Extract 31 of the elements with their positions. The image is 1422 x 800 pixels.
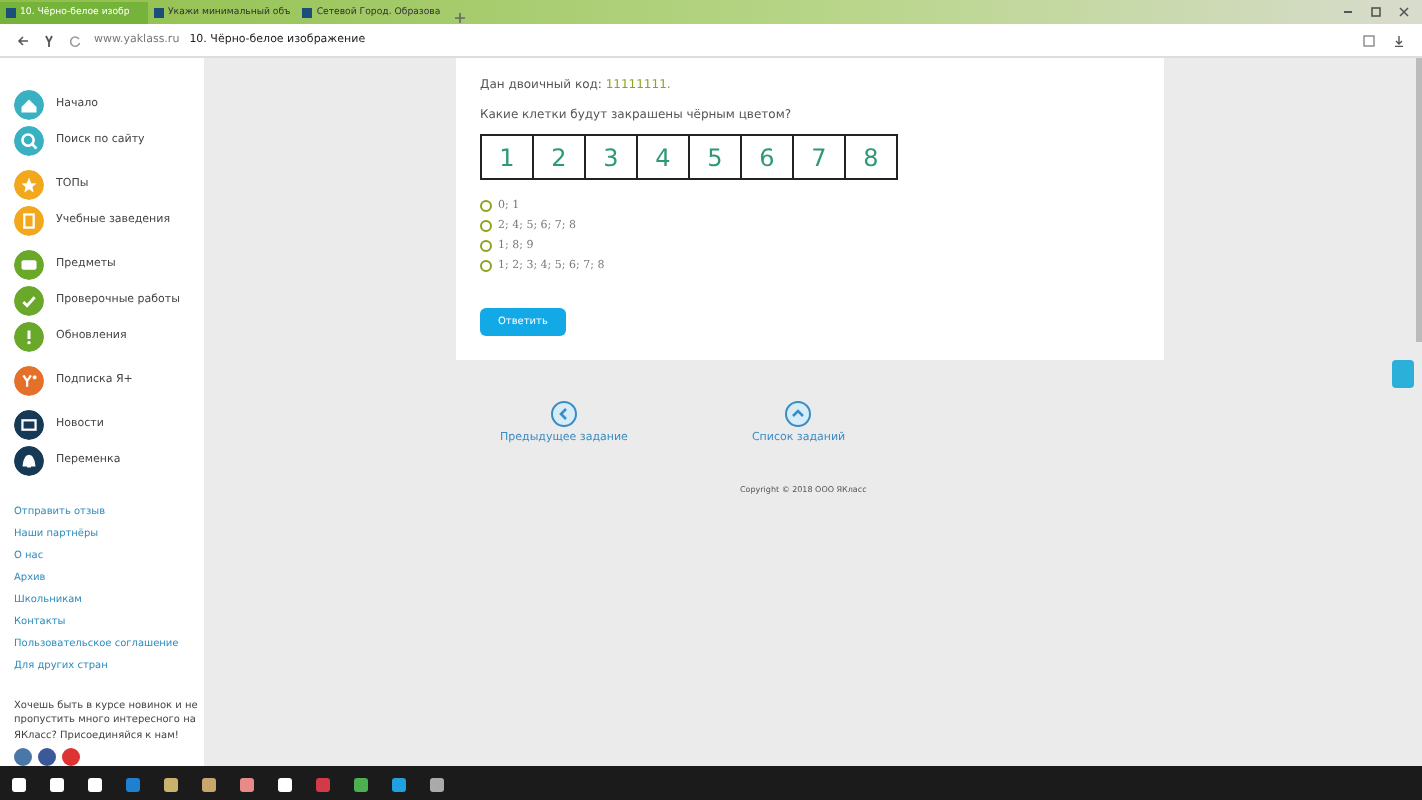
taskbar-app-icon[interactable] bbox=[86, 775, 104, 793]
numbered-cell: 1 bbox=[482, 136, 534, 178]
numbered-cell: 7 bbox=[794, 136, 846, 178]
radio-button[interactable] bbox=[480, 240, 492, 252]
radio-button[interactable] bbox=[480, 220, 492, 232]
radio-button[interactable] bbox=[480, 200, 492, 212]
taskbar-app-icon[interactable] bbox=[238, 775, 256, 793]
scrollbar-thumb[interactable] bbox=[1416, 58, 1422, 342]
numbered-cell-text: 8 bbox=[861, 141, 881, 175]
numbered-cell: 6 bbox=[742, 136, 794, 178]
taskbar-app-icon[interactable] bbox=[162, 775, 180, 793]
numbered-cell: 5 bbox=[690, 136, 742, 178]
numbered-cell: 4 bbox=[638, 136, 690, 178]
numbered-cell: 2 bbox=[534, 136, 586, 178]
taskbar-app-icon[interactable] bbox=[428, 775, 446, 793]
download-icon[interactable] bbox=[1392, 33, 1406, 47]
reload-icon[interactable] bbox=[68, 33, 82, 47]
taskbar-app-icon[interactable] bbox=[48, 775, 66, 793]
radio-button[interactable] bbox=[480, 260, 492, 272]
numbered-cell: 3 bbox=[586, 136, 638, 178]
new-tab-icon[interactable] bbox=[454, 12, 467, 24]
taskbar-app-icon[interactable] bbox=[200, 775, 218, 793]
taskbar-app-icon[interactable] bbox=[10, 775, 28, 793]
close-icon[interactable] bbox=[1398, 6, 1410, 18]
restore-icon[interactable] bbox=[1370, 6, 1382, 18]
browser-logo-icon[interactable] bbox=[42, 33, 56, 47]
taskbar-app-icon[interactable] bbox=[390, 775, 408, 793]
taskbar-app-icon[interactable] bbox=[352, 775, 370, 793]
minimize-icon[interactable] bbox=[1342, 6, 1354, 18]
back-arrow-icon[interactable] bbox=[16, 33, 30, 47]
taskbar-app-icon[interactable] bbox=[276, 775, 294, 793]
